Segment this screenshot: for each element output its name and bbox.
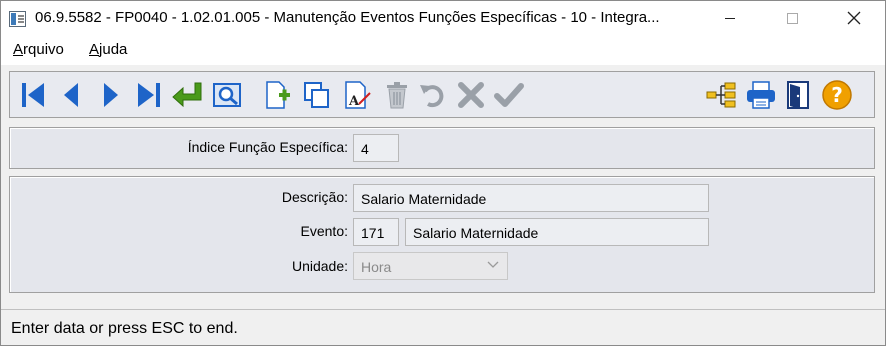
save-button[interactable] xyxy=(492,78,526,112)
status-bar: Enter data or press ESC to end. xyxy=(1,309,885,345)
maximize-icon xyxy=(786,12,798,24)
minimize-button[interactable] xyxy=(707,1,753,35)
undo-icon xyxy=(420,85,444,108)
unidade-select: Hora xyxy=(353,252,508,280)
exit-button[interactable] xyxy=(782,78,816,112)
exit-door-icon xyxy=(787,81,809,109)
indice-label: Índice Função Específica: xyxy=(187,139,348,155)
svg-text:?: ? xyxy=(831,83,843,107)
delete-button[interactable] xyxy=(380,78,414,112)
tree-icon xyxy=(706,82,736,108)
application-window: 06.9.5582 - FP0040 - 1.02.01.005 - Manut… xyxy=(0,0,886,346)
evento-description-field: Salario Maternidade xyxy=(405,218,709,246)
chevron-down-icon xyxy=(487,261,499,268)
detail-panel: Descrição: Salario Maternidade Evento: 1… xyxy=(9,176,875,293)
unidade-label: Unidade: xyxy=(291,258,348,274)
evento-label: Evento: xyxy=(300,223,348,239)
app-icon xyxy=(9,11,26,27)
copy-button[interactable] xyxy=(300,78,334,112)
descricao-field[interactable]: Salario Maternidade xyxy=(353,184,709,212)
menu-bar: Arquivo Ajuda xyxy=(1,35,885,65)
evento-code-field[interactable]: 171 xyxy=(353,218,399,246)
first-record-button[interactable] xyxy=(16,78,50,112)
new-document-icon xyxy=(266,81,290,109)
cancel-x-icon xyxy=(458,82,484,108)
close-button[interactable] xyxy=(831,1,877,35)
search-button[interactable] xyxy=(210,78,244,112)
toolbar: A ? xyxy=(9,71,875,118)
title-bar: 06.9.5582 - FP0040 - 1.02.01.005 - Manut… xyxy=(1,1,885,35)
copy-icon xyxy=(304,82,329,108)
skip-last-icon xyxy=(138,83,160,107)
unidade-value: Hora xyxy=(361,259,392,275)
maximize-button[interactable] xyxy=(769,1,815,35)
zoom-icon xyxy=(213,83,241,107)
question-icon: ? xyxy=(822,80,852,110)
edit-document-icon: A xyxy=(345,81,371,109)
next-record-button[interactable] xyxy=(94,78,128,112)
previous-record-button[interactable] xyxy=(54,78,88,112)
undo-button[interactable] xyxy=(416,78,450,112)
print-button[interactable] xyxy=(744,78,778,112)
minimize-icon xyxy=(725,17,735,19)
goto-button[interactable] xyxy=(170,78,204,112)
descricao-label: Descrição: xyxy=(281,189,348,205)
prev-icon xyxy=(64,83,78,107)
new-button[interactable] xyxy=(260,78,294,112)
checkmark-icon xyxy=(494,83,524,107)
index-panel: Índice Função Específica: 4 xyxy=(9,127,875,169)
printer-icon xyxy=(747,81,775,109)
trash-icon xyxy=(387,82,407,109)
help-button[interactable]: ? xyxy=(820,78,854,112)
menu-arquivo[interactable]: Arquivo xyxy=(13,41,64,58)
edit-button[interactable]: A xyxy=(340,78,374,112)
svg-text:A: A xyxy=(348,94,360,109)
close-icon xyxy=(847,11,861,25)
status-text: Enter data or press ESC to end. xyxy=(11,320,238,337)
cancel-button[interactable] xyxy=(454,78,488,112)
indice-field[interactable]: 4 xyxy=(353,134,399,162)
skip-first-icon xyxy=(22,83,44,107)
last-record-button[interactable] xyxy=(132,78,166,112)
enter-arrow-icon xyxy=(172,82,202,108)
hierarchy-button[interactable] xyxy=(704,78,738,112)
window-title: 06.9.5582 - FP0040 - 1.02.01.005 - Manut… xyxy=(35,9,660,26)
menu-ajuda[interactable]: Ajuda xyxy=(89,41,127,58)
next-icon xyxy=(104,83,118,107)
